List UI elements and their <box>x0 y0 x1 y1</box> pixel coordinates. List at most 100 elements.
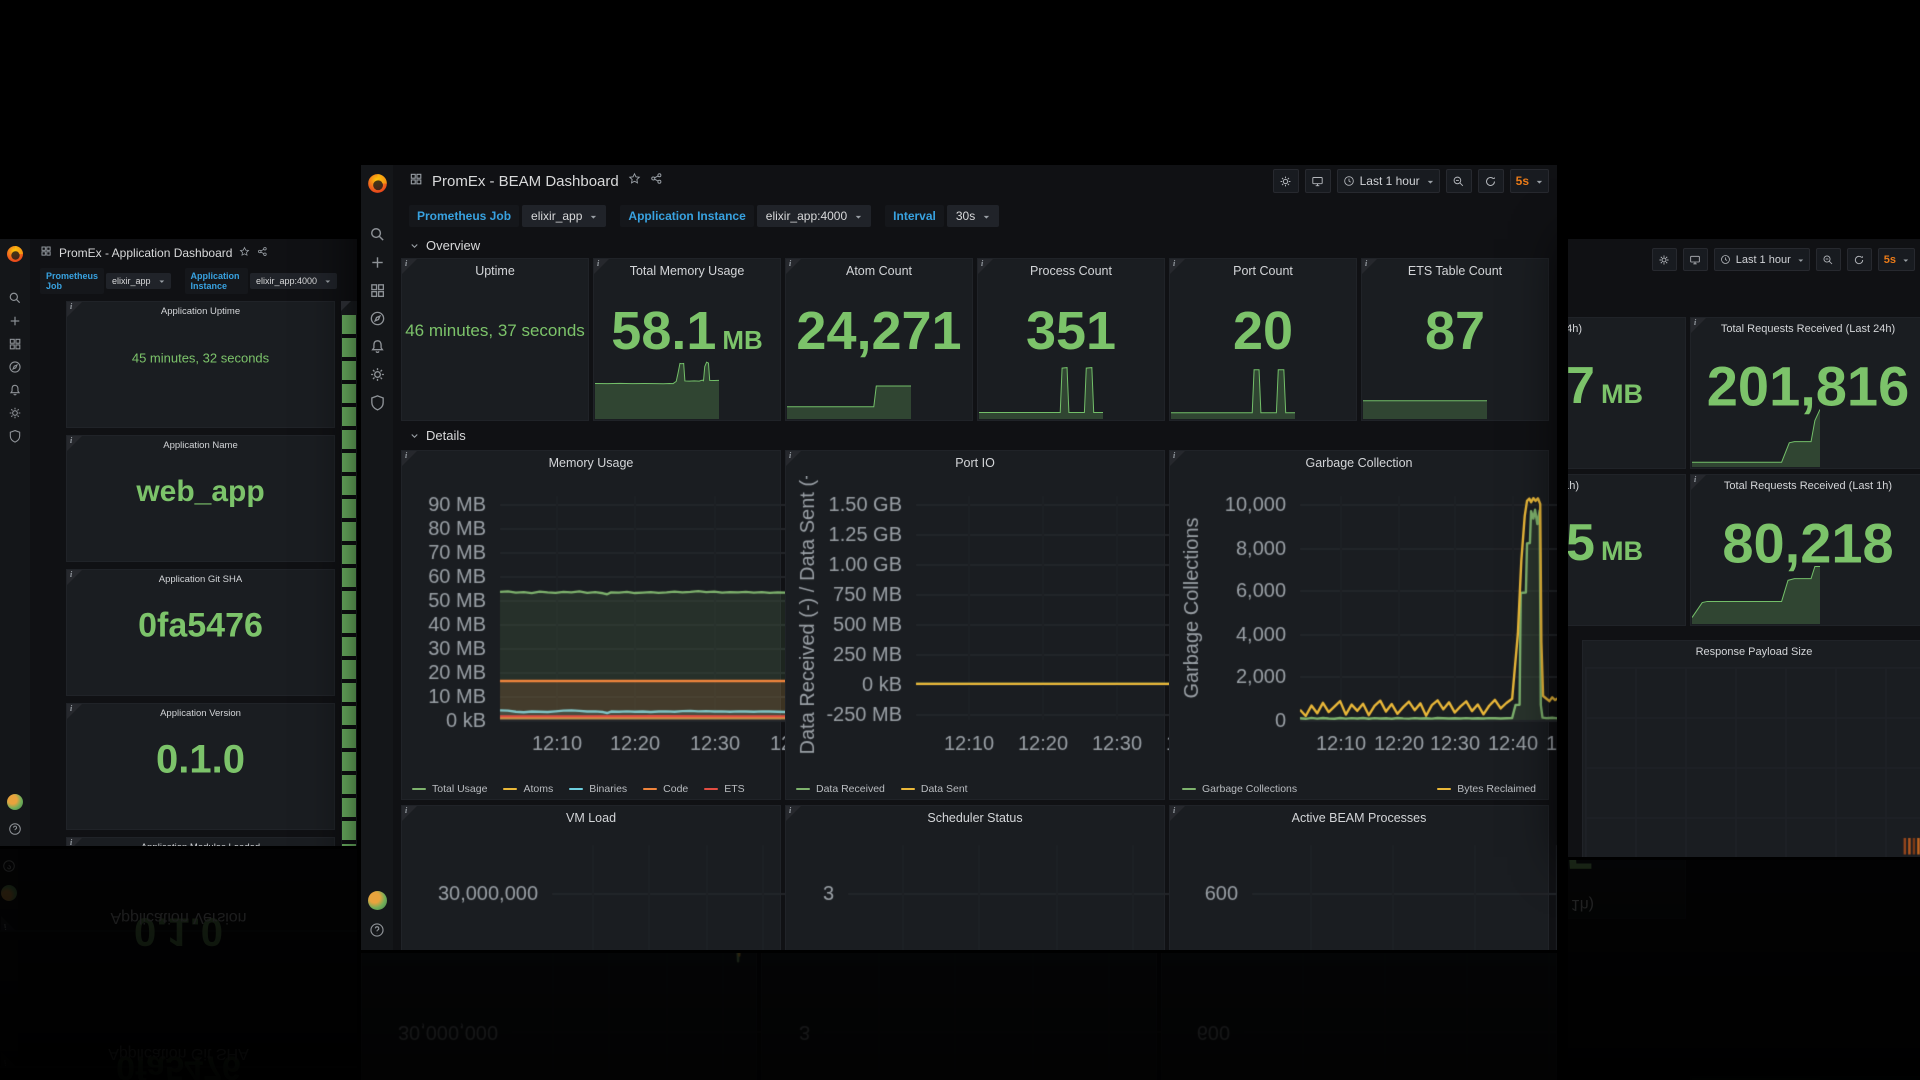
explore-compass-icon[interactable] <box>8 360 22 374</box>
star-icon[interactable] <box>628 172 641 190</box>
variable-value-dropdown[interactable]: 30s <box>947 205 999 227</box>
panel-title[interactable]: Port Count <box>1186 264 1340 278</box>
cycle-view-mode-button[interactable] <box>1683 248 1708 271</box>
panel-title[interactable]: Memory Usage <box>418 456 764 470</box>
panel-info-icon[interactable]: i <box>67 704 82 719</box>
panel-info-icon[interactable]: i <box>1170 451 1185 466</box>
variable-value-dropdown[interactable]: elixir_app:4000 <box>250 273 337 289</box>
dashboards-icon[interactable] <box>8 337 22 351</box>
response-payload-heatmap[interactable] <box>1585 667 1920 857</box>
panel-info-icon[interactable]: i <box>786 259 801 274</box>
section-overview[interactable]: Overview <box>401 234 1549 256</box>
panel-title[interactable]: Active BEAM Processes <box>1186 811 1532 825</box>
garbage-collection-chart[interactable] <box>1172 476 1557 776</box>
panel-info-icon[interactable]: i <box>402 259 417 274</box>
panel-title[interactable]: Port IO <box>802 456 1148 470</box>
active-beam-processes-chart[interactable] <box>1172 829 1557 950</box>
legend-item[interactable]: Data Sent <box>901 783 968 795</box>
dashboard-settings-button[interactable] <box>1652 248 1677 271</box>
panel-info-icon[interactable]: i <box>67 302 82 317</box>
star-icon[interactable] <box>239 244 250 262</box>
alerting-bell-icon[interactable] <box>369 338 386 355</box>
panel-info-icon[interactable]: i <box>978 259 993 274</box>
zoom-out-button[interactable] <box>1816 248 1841 271</box>
panel-title[interactable]: Response Payload Size <box>1599 646 1909 658</box>
variable-value-dropdown[interactable]: elixir_app <box>106 273 171 289</box>
panel-info-icon[interactable]: i <box>402 451 417 466</box>
help-icon[interactable] <box>369 922 385 938</box>
panel-info-icon[interactable]: i <box>1362 259 1377 274</box>
cycle-view-mode-button[interactable] <box>1305 169 1331 193</box>
dashboard-settings-button[interactable] <box>1273 169 1299 193</box>
panel-info-icon[interactable]: i <box>1691 318 1706 333</box>
panel-title[interactable]: Garbage Collection <box>1186 456 1532 470</box>
add-icon[interactable] <box>8 314 22 328</box>
configuration-gear-icon[interactable] <box>369 366 386 383</box>
legend-item[interactable]: Data Received <box>796 783 885 795</box>
panel-title[interactable]: Total Memory Usage <box>610 264 764 278</box>
share-icon[interactable] <box>257 244 268 262</box>
search-icon[interactable] <box>369 226 386 243</box>
search-icon[interactable] <box>8 291 22 305</box>
dashboard-title[interactable]: PromEx - BEAM Dashboard <box>432 173 619 190</box>
grafana-logo-icon[interactable] <box>6 245 24 263</box>
panel-info-icon[interactable]: i <box>1170 806 1185 821</box>
panel-info-icon[interactable]: i <box>67 436 82 451</box>
legend-item[interactable]: Total Usage <box>412 783 487 795</box>
time-range-picker[interactable]: Last 1 hour <box>1337 169 1440 193</box>
refresh-interval-picker[interactable]: 5s <box>1510 169 1549 193</box>
panel-info-icon[interactable]: i <box>1691 475 1706 490</box>
legend-item[interactable]: Garbage Collections <box>1182 783 1297 795</box>
variable-value-dropdown[interactable]: elixir_app:4000 <box>757 205 871 227</box>
panel-info-icon[interactable]: i <box>67 838 82 846</box>
refresh-button[interactable] <box>1478 169 1504 193</box>
user-avatar[interactable] <box>368 891 387 910</box>
panel-info-icon[interactable] <box>341 301 351 311</box>
legend-item[interactable]: Atoms <box>503 783 553 795</box>
panel-info-icon[interactable]: i <box>786 806 801 821</box>
refresh-button[interactable] <box>1847 248 1872 271</box>
panel-title[interactable]: VM Load <box>418 811 764 825</box>
grafana-logo-icon[interactable] <box>367 173 388 194</box>
panel-title[interactable]: Application Version <box>83 708 318 719</box>
section-details[interactable]: Details <box>401 424 1549 446</box>
panel-title[interactable]: rred (Last 1h) <box>1568 480 1669 492</box>
legend-item[interactable]: Bytes Reclaimed <box>1437 783 1536 795</box>
panel-info-icon[interactable]: i <box>594 259 609 274</box>
panel-title[interactable]: Atom Count <box>802 264 956 278</box>
zoom-out-button[interactable] <box>1446 169 1472 193</box>
server-admin-shield-icon[interactable] <box>8 429 22 443</box>
dashboards-icon[interactable] <box>369 282 386 299</box>
legend-item[interactable]: Code <box>643 783 688 795</box>
panel-info-icon[interactable]: i <box>67 570 82 585</box>
panel-title[interactable]: Process Count <box>994 264 1148 278</box>
user-avatar[interactable] <box>7 794 23 810</box>
chart-panel-vm-load: i VM Load <box>401 805 781 950</box>
explore-compass-icon[interactable] <box>369 310 386 327</box>
panel-title[interactable]: Total Requests Received (Last 24h) <box>1707 323 1909 335</box>
server-admin-shield-icon[interactable] <box>369 394 386 411</box>
panel-title[interactable]: Total Requests Received (Last 1h) <box>1707 480 1909 492</box>
add-icon[interactable] <box>369 254 386 271</box>
panel-title[interactable]: Scheduler Status <box>802 811 1148 825</box>
panel-title[interactable]: Application Modules Loaded <box>83 842 318 846</box>
panel-title[interactable]: Application Git SHA <box>83 574 318 585</box>
help-icon[interactable] <box>8 822 22 836</box>
panel-info-icon[interactable]: i <box>402 806 417 821</box>
dashboard-title[interactable]: PromEx - Application Dashboard <box>59 246 232 260</box>
panel-title[interactable]: Uptime <box>418 264 572 278</box>
panel-info-icon[interactable]: i <box>1170 259 1185 274</box>
panel-info-icon[interactable]: i <box>786 451 801 466</box>
refresh-interval-picker[interactable]: 5s <box>1878 248 1915 271</box>
share-icon[interactable] <box>650 172 663 190</box>
configuration-gear-icon[interactable] <box>8 406 22 420</box>
alerting-bell-icon[interactable] <box>8 383 22 397</box>
legend-item[interactable]: Binaries <box>569 783 627 795</box>
panel-title[interactable]: rred (Last 24h) <box>1568 323 1669 335</box>
panel-title[interactable]: Application Uptime <box>83 306 318 317</box>
panel-title[interactable]: Application Name <box>83 440 318 451</box>
legend-item[interactable]: ETS <box>704 783 744 795</box>
variable-value-dropdown[interactable]: elixir_app <box>522 205 606 227</box>
time-range-picker[interactable]: Last 1 hour <box>1714 248 1810 271</box>
panel-title[interactable]: ETS Table Count <box>1378 264 1532 278</box>
